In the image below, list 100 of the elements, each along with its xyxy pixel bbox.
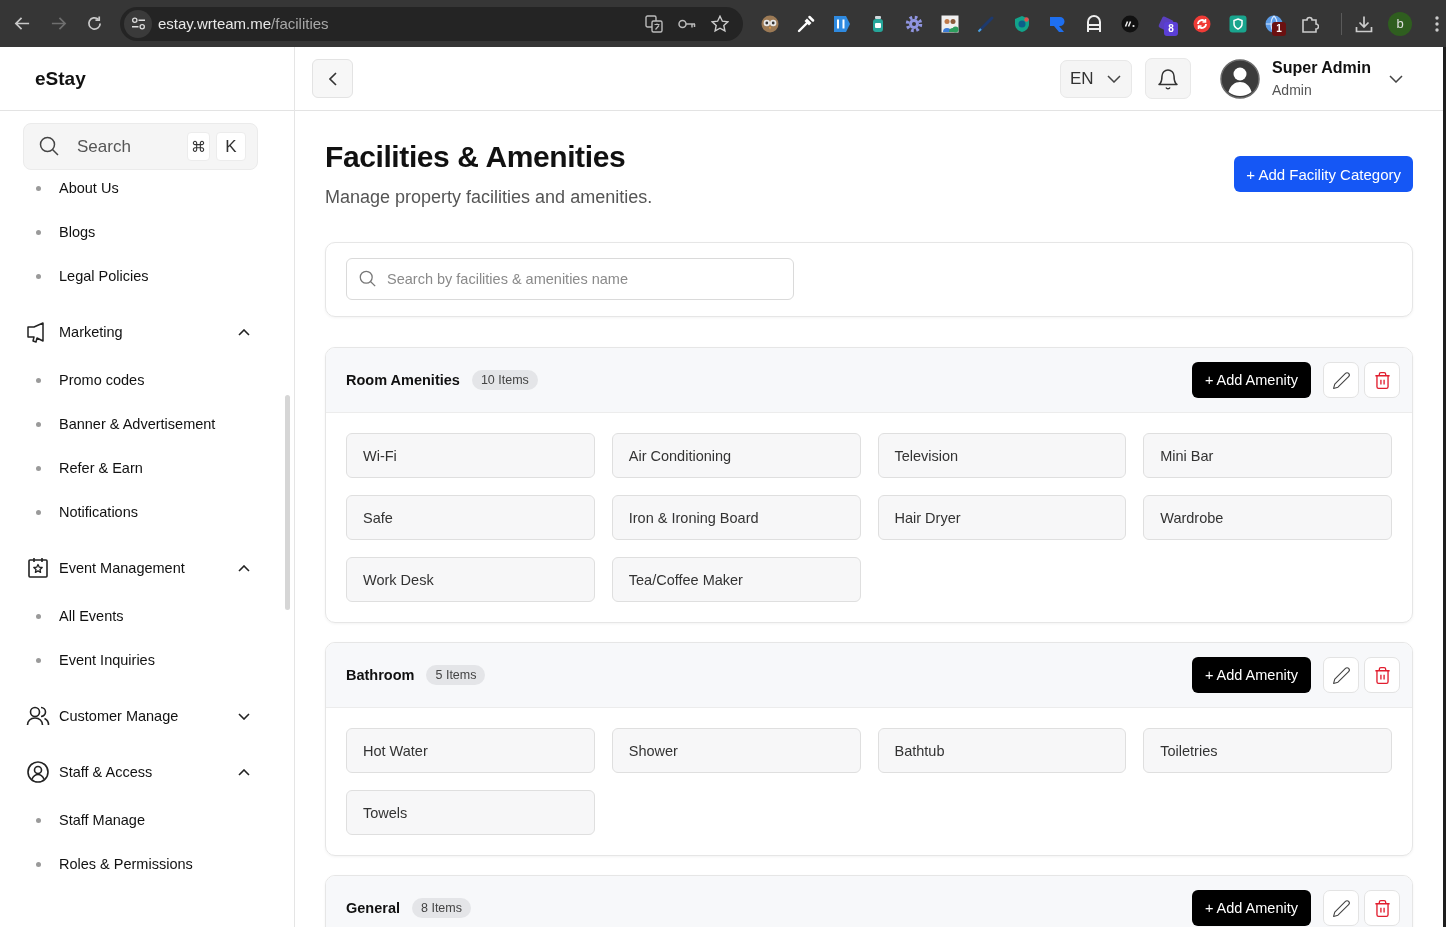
add-category-button[interactable]: + Add Facility Category	[1234, 156, 1413, 192]
bullet-icon	[36, 509, 41, 515]
search-field[interactable]: Search by facilities & amenities name	[346, 258, 794, 300]
nav-link[interactable]: Banner & Advertisement	[0, 402, 222, 446]
add-amenity-button[interactable]: + Add Amenity	[1191, 657, 1311, 693]
key-icon[interactable]	[678, 18, 696, 29]
download-icon[interactable]	[1355, 14, 1373, 33]
edit-button[interactable]	[1323, 362, 1359, 398]
avatar-icon	[1220, 58, 1261, 99]
bell-icon	[1156, 66, 1181, 91]
nav-link[interactable]: Legal Policies	[0, 254, 222, 298]
amenity-tile: Work Desk	[346, 557, 595, 602]
bullet-icon	[36, 465, 41, 471]
item-count-badge: 5 Items	[426, 665, 486, 685]
user-menu-button[interactable]	[1389, 74, 1403, 83]
shield-icon[interactable]	[1013, 14, 1031, 33]
url-text: estay.wrteam.me/facilities	[158, 15, 329, 32]
category-name: Room Amenities	[346, 372, 460, 388]
shortcut-key: ⌘	[187, 132, 210, 161]
amenity-tile: Hot Water	[346, 728, 595, 773]
amenity-tile: Safe	[346, 495, 595, 540]
bullet-icon	[36, 421, 41, 427]
dark-disc-icon[interactable]	[1121, 14, 1139, 33]
nav-link[interactable]: All Events	[0, 594, 222, 638]
amenity-tile: Iron & Ironing Board	[611, 495, 861, 540]
nav-group[interactable]: Marketing	[26, 310, 258, 354]
back-button[interactable]	[312, 59, 353, 98]
sliders-icon	[130, 17, 146, 30]
chevron-left-icon	[328, 71, 337, 86]
trash-icon	[1372, 370, 1392, 390]
bullet-icon	[36, 657, 41, 663]
swoosh-logo-icon[interactable]	[1049, 14, 1067, 33]
scrollbar-thumb[interactable]	[285, 395, 290, 610]
arrow-right-icon	[49, 15, 67, 32]
nav-link[interactable]: Notifications	[0, 490, 222, 534]
nav-link[interactable]: Promo codes	[0, 358, 222, 402]
delete-button[interactable]	[1364, 890, 1400, 926]
search-icon	[39, 136, 59, 156]
bullet-icon	[36, 273, 41, 279]
page-subtitle: Manage property facilities and amenities.	[325, 186, 653, 209]
chevron-down-icon	[1389, 74, 1403, 83]
trash-icon	[1372, 665, 1392, 685]
amenity-tile: Mini Bar	[1143, 433, 1392, 478]
amenity-tile: Towels	[346, 790, 595, 835]
dropper-icon[interactable]	[797, 14, 815, 33]
more-menu-icon[interactable]	[1435, 15, 1439, 32]
sync-icon[interactable]	[1193, 14, 1211, 33]
pencil-icon	[1331, 370, 1351, 390]
nav-link[interactable]: Roles & Permissions	[0, 842, 222, 886]
delete-button[interactable]	[1364, 657, 1400, 693]
nav-group[interactable]: Event Management	[26, 546, 258, 590]
amenity-tile: Toiletries	[1143, 728, 1392, 773]
star-icon[interactable]	[711, 14, 729, 33]
category-name: Bathroom	[346, 667, 415, 683]
delete-button[interactable]	[1364, 362, 1400, 398]
user-name: Super Admin	[1272, 59, 1371, 77]
language-dropdown[interactable]: EN	[1060, 59, 1133, 98]
pencil-icon	[1331, 898, 1351, 918]
bullet-icon	[36, 185, 41, 191]
nav-group[interactable]: Staff & Access	[26, 750, 258, 794]
amenity-tile: Air Conditioning	[611, 433, 861, 478]
edit-button[interactable]	[1323, 657, 1359, 693]
page-title: Facilities & Amenities	[325, 139, 627, 175]
owl-icon[interactable]	[761, 14, 779, 33]
arrow-left-icon	[13, 15, 31, 32]
arches-icon[interactable]	[1085, 14, 1103, 33]
gear-icon[interactable]	[905, 14, 923, 33]
nav-group[interactable]: Customer Manage	[26, 694, 258, 738]
add-amenity-button[interactable]: + Add Amenity	[1191, 890, 1311, 926]
bullet-icon	[36, 861, 41, 867]
chevron-down-icon	[1107, 74, 1122, 83]
amenity-tile: Hair Dryer	[877, 495, 1127, 540]
edit-button[interactable]	[1323, 890, 1359, 926]
reload-icon	[85, 15, 103, 32]
users-icon	[26, 704, 50, 728]
nav-link[interactable]: Event Inquiries	[0, 638, 222, 682]
user-circle-icon	[26, 760, 50, 784]
user-role: Admin	[1272, 82, 1313, 98]
bullet-icon	[36, 817, 41, 823]
trash-icon	[1372, 898, 1392, 918]
add-amenity-button[interactable]: + Add Amenity	[1191, 362, 1311, 398]
flag-tile-icon[interactable]	[833, 14, 851, 33]
count-badge: 8	[1164, 21, 1178, 36]
pencil-icon	[1331, 665, 1351, 685]
notifications-button[interactable]	[1145, 58, 1192, 99]
nav-link[interactable]: Staff Manage	[0, 798, 222, 842]
bullet-icon	[36, 613, 41, 619]
amenity-tile: Bathtub	[877, 728, 1127, 773]
extensions-icon[interactable]	[1301, 14, 1319, 33]
address-bar[interactable]: estay.wrteam.me/facilities	[120, 6, 743, 41]
amenity-tile: Shower	[611, 728, 861, 773]
shield-tile-icon[interactable]	[1229, 14, 1247, 33]
translate-icon[interactable]	[645, 14, 663, 33]
people-tile-icon[interactable]	[941, 14, 959, 33]
profile-avatar[interactable]: b	[1388, 11, 1412, 36]
nav-link[interactable]: Blogs	[0, 210, 222, 254]
site-settings-button[interactable]	[124, 9, 152, 38]
nav-link[interactable]: Refer & Earn	[0, 446, 222, 490]
amenity-tile: Wi-Fi	[346, 433, 595, 478]
amenity-tile: Tea/Coffee Maker	[611, 557, 861, 602]
